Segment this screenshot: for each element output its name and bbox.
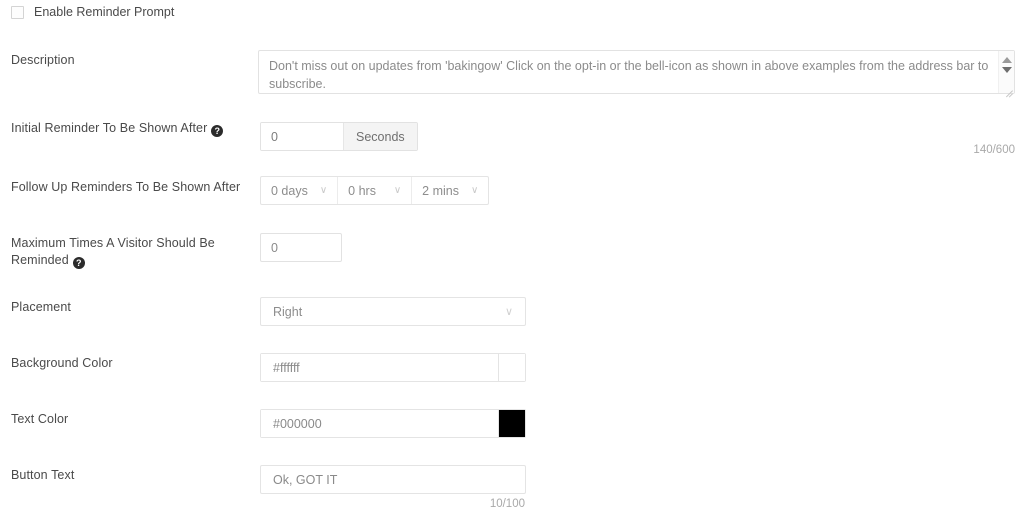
resize-handle-icon[interactable] bbox=[1003, 82, 1013, 98]
description-counter: 140/600 bbox=[973, 144, 1015, 156]
text-color-input[interactable] bbox=[261, 410, 498, 437]
chevron-down-icon: ∨ bbox=[471, 184, 479, 196]
button-text-input[interactable] bbox=[260, 465, 526, 494]
description-textarea[interactable]: Don't miss out on updates from 'bakingow… bbox=[258, 50, 1015, 94]
maximum-times-label: Maximum Times A Visitor Should Be Remind… bbox=[11, 235, 241, 269]
checkbox-icon[interactable] bbox=[11, 5, 24, 19]
button-text-label: Button Text bbox=[11, 468, 75, 482]
follow-up-label: Follow Up Reminders To Be Shown After bbox=[11, 180, 241, 194]
background-color-swatch[interactable] bbox=[498, 354, 525, 381]
scroll-down-icon[interactable] bbox=[1002, 67, 1012, 73]
enable-reminder-checkbox-wrap[interactable]: Enable Reminder Prompt bbox=[11, 5, 174, 19]
placement-select[interactable]: Right ∨ bbox=[260, 297, 526, 326]
text-color-swatch[interactable] bbox=[498, 410, 525, 437]
maximum-times-input[interactable] bbox=[260, 233, 342, 262]
follow-up-hours-value: 0 hrs bbox=[348, 183, 376, 198]
text-color-label: Text Color bbox=[11, 412, 69, 426]
placement-label: Placement bbox=[11, 300, 71, 314]
initial-reminder-input[interactable] bbox=[261, 123, 343, 150]
placement-value: Right bbox=[273, 304, 303, 319]
maximum-times-label-line2: Reminded bbox=[11, 253, 69, 267]
background-color-input[interactable] bbox=[261, 354, 498, 381]
scroll-up-icon[interactable] bbox=[1002, 57, 1012, 63]
help-icon[interactable]: ? bbox=[72, 257, 85, 269]
chevron-down-icon: ∨ bbox=[393, 184, 402, 196]
follow-up-hours-select[interactable]: 0 hrs ∨ bbox=[338, 177, 413, 204]
button-text-counter: 10/100 bbox=[489, 498, 525, 510]
follow-up-select-group[interactable]: 0 days ∨ 0 hrs ∨ 2 mins ∨ bbox=[260, 176, 490, 205]
maximum-times-label-line1: Maximum Times A Visitor Should Be bbox=[11, 236, 215, 250]
background-color-group[interactable] bbox=[260, 353, 526, 382]
description-label: Description bbox=[11, 53, 75, 67]
follow-up-days-select[interactable]: 0 days ∨ bbox=[261, 177, 339, 204]
chevron-down-icon: ∨ bbox=[319, 184, 328, 196]
help-icon[interactable]: ? bbox=[211, 125, 224, 137]
follow-up-days-value: 0 days bbox=[271, 183, 308, 198]
enable-reminder-label: Enable Reminder Prompt bbox=[34, 5, 175, 19]
initial-reminder-input-group[interactable]: Seconds bbox=[260, 122, 418, 151]
background-color-label: Background Color bbox=[11, 356, 113, 370]
follow-up-minutes-value: 2 mins bbox=[422, 183, 459, 198]
initial-reminder-label: Initial Reminder To Be Shown After? bbox=[11, 120, 251, 137]
text-color-group[interactable] bbox=[260, 409, 526, 438]
initial-reminder-label-text: Initial Reminder To Be Shown After bbox=[11, 121, 208, 135]
initial-reminder-unit: Seconds bbox=[343, 123, 417, 150]
follow-up-minutes-select[interactable]: 2 mins ∨ bbox=[412, 177, 488, 204]
description-textarea-wrap[interactable]: Don't miss out on updates from 'bakingow… bbox=[258, 50, 1015, 98]
chevron-down-icon: ∨ bbox=[504, 305, 513, 318]
